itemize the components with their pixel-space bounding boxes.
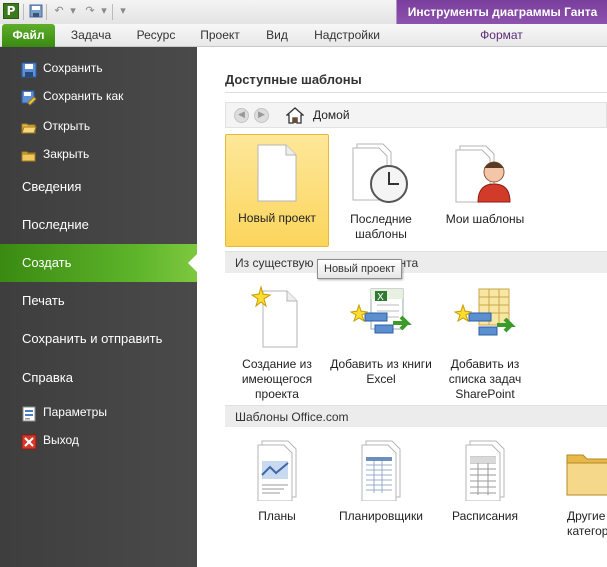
nav-exit[interactable]: Выход <box>0 426 197 454</box>
nav-label: Сохранить <box>43 61 103 75</box>
options-icon <box>21 404 37 422</box>
exit-icon <box>21 432 37 450</box>
tile-label: Мои шаблоны <box>445 212 525 226</box>
tab-view[interactable]: Вид <box>254 24 300 47</box>
save-icon <box>21 60 37 78</box>
qat-separator <box>46 4 47 20</box>
nav-label: Закрыть <box>43 147 90 161</box>
tab-project[interactable]: Проект <box>192 24 248 47</box>
nav-print[interactable]: Печать <box>0 282 197 320</box>
tile-add-from-excel[interactable]: X Добавить из книги Excel <box>329 281 433 401</box>
back-arrow-icon[interactable]: ◀ <box>234 108 249 123</box>
close-folder-icon <box>21 146 37 162</box>
nav-help[interactable]: Справка <box>0 359 197 397</box>
nav-options[interactable]: Параметры <box>0 398 197 426</box>
excel-import-icon: X <box>349 288 412 334</box>
tile-label: Другие категори <box>567 509 607 538</box>
tile-schedules[interactable]: Расписания <box>433 439 537 539</box>
nav-open[interactable]: Открыть <box>0 112 197 140</box>
redo-icon[interactable]: ↷ <box>83 4 97 18</box>
svg-text:X: X <box>377 292 384 303</box>
section-label: Из существую <box>235 256 314 270</box>
page-title: Доступные шаблоны <box>225 72 362 87</box>
qat-separator <box>112 4 113 20</box>
tile-label: Создание из имеющегося проекта <box>241 357 313 401</box>
save-as-icon <box>21 88 37 106</box>
tab-format[interactable]: Формат <box>396 24 607 47</box>
title-divider <box>225 92 607 93</box>
tile-plans[interactable]: Планы <box>225 439 329 539</box>
forward-arrow-icon[interactable]: ▶ <box>254 108 269 123</box>
tile-label: Последние шаблоны <box>350 212 412 241</box>
plans-icon <box>257 440 297 501</box>
tab-file[interactable]: Файл <box>2 24 55 47</box>
save-icon[interactable] <box>29 4 43 18</box>
tab-task[interactable]: Задача <box>60 24 122 47</box>
folder-icon <box>566 454 607 496</box>
tile-label: Новый проект <box>238 211 316 225</box>
nav-save-send[interactable]: Сохранить и отправить <box>0 320 197 358</box>
nav-recent[interactable]: Последние <box>0 206 197 244</box>
tab-resource[interactable]: Ресурс <box>126 24 186 47</box>
nav-label: Параметры <box>43 405 107 419</box>
ribbon-tab-bar: Файл Задача Ресурс Проект Вид Надстройки… <box>0 24 607 47</box>
chevron-down-icon[interactable]: ▾ <box>97 4 111 18</box>
nav-label: Выход <box>43 433 79 447</box>
breadcrumb: ◀ ▶ Домой <box>225 102 607 128</box>
schedules-icon <box>465 440 505 501</box>
nav-save-as[interactable]: Сохранить как <box>0 82 197 110</box>
breadcrumb-home[interactable]: Домой <box>313 108 350 122</box>
customize-icon[interactable]: ▾ <box>116 4 130 18</box>
open-folder-icon <box>21 118 37 134</box>
tile-label: Добавить из списка задач SharePoint <box>448 357 522 401</box>
tile-label: Добавить из книги Excel <box>330 357 432 386</box>
tab-addins[interactable]: Надстройки <box>308 24 386 47</box>
nav-info[interactable]: Сведения <box>0 168 197 206</box>
undo-icon[interactable]: ↶ <box>52 4 66 18</box>
nav-label: Сохранить как <box>43 89 124 103</box>
contextual-group-title: Инструменты диаграммы Ганта <box>397 0 607 24</box>
section-header-office: Шаблоны Office.com <box>225 405 607 427</box>
sharepoint-import-icon <box>453 288 516 336</box>
templates-panel: Доступные шаблоны ◀ ▶ Домой Новый проект… <box>197 47 607 567</box>
tile-add-from-sharepoint[interactable]: Добавить из списка задач SharePoint <box>433 281 537 401</box>
nav-label: Открыть <box>43 119 91 133</box>
recent-templates-icon <box>352 143 408 203</box>
planners-icon <box>361 440 401 501</box>
tile-new-from-existing[interactable]: Создание из имеющегося проекта <box>225 281 329 401</box>
nav-new[interactable]: Создать <box>0 244 197 282</box>
tile-label: Планы <box>258 509 296 523</box>
tile-label: Расписания <box>452 509 518 523</box>
tooltip: Новый проект <box>317 259 403 279</box>
nav-label: Создать <box>22 255 72 270</box>
qat-separator <box>23 4 24 20</box>
tile-label: Планировщики <box>339 509 423 523</box>
nav-save[interactable]: Сохранить <box>0 54 197 82</box>
blank-document-icon <box>257 144 297 202</box>
section-header-existing: Из существую нта <box>225 251 607 273</box>
tile-new-project[interactable]: Новый проект <box>225 134 329 247</box>
tile-planners[interactable]: Планировщики <box>329 439 433 539</box>
selection-arrow <box>188 254 197 272</box>
tile-recent-templates[interactable]: Последние шаблоны <box>329 134 433 247</box>
chevron-down-icon[interactable]: ▾ <box>66 4 80 18</box>
tile-my-templates[interactable]: Мои шаблоны <box>433 134 537 247</box>
backstage-nav: Сохранить Сохранить как Открыть Закрыть … <box>0 47 197 567</box>
my-templates-icon <box>455 145 511 203</box>
project-app-icon[interactable]: P <box>3 3 19 19</box>
nav-close[interactable]: Закрыть <box>0 140 197 168</box>
home-icon[interactable] <box>285 107 305 124</box>
new-from-existing-icon <box>250 285 298 348</box>
tile-other-categories[interactable]: Другие категори <box>537 439 607 539</box>
